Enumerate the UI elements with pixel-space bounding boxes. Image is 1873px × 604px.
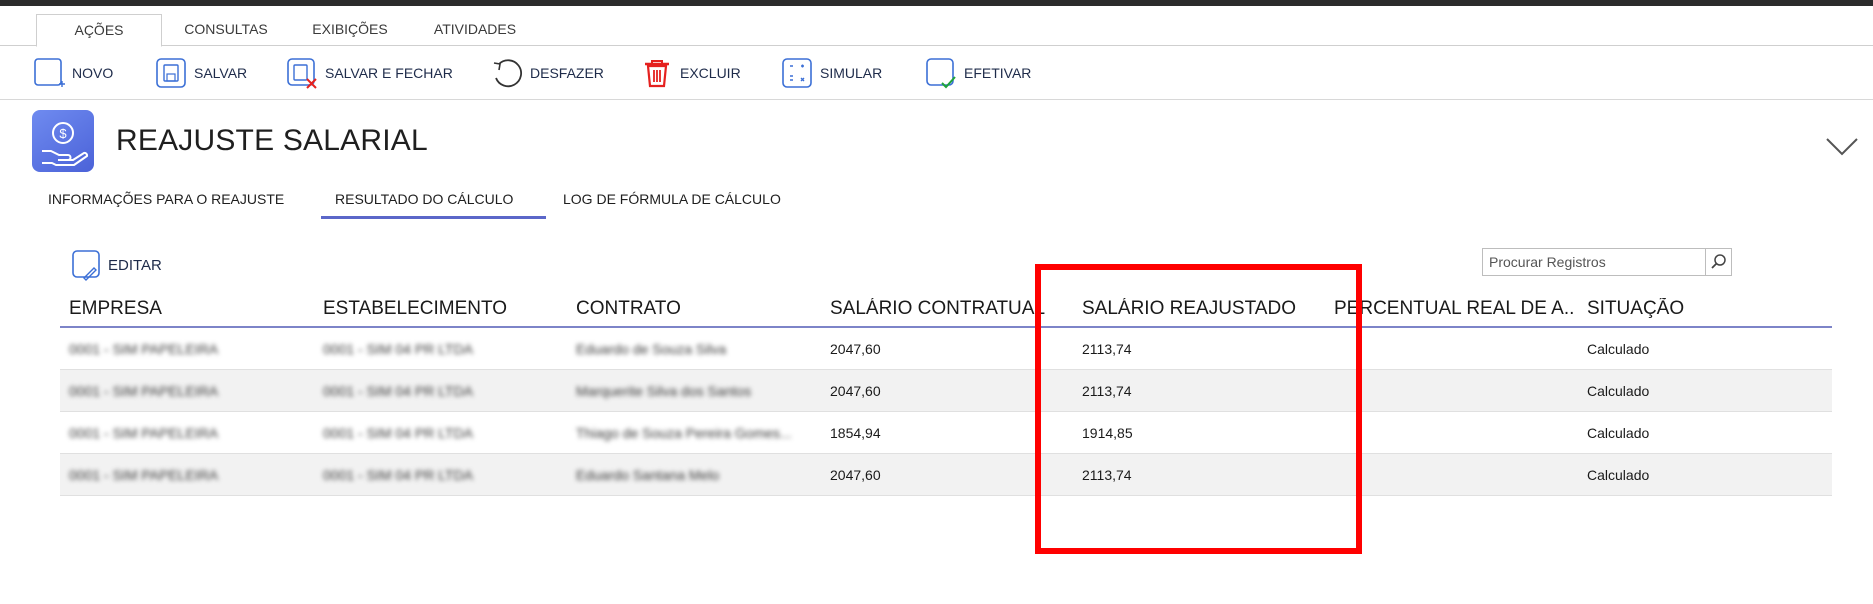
editar-button[interactable]: EDITAR xyxy=(70,248,162,282)
salvar-fechar-button[interactable]: SALVAR E FECHAR xyxy=(285,55,453,91)
tab-atividades[interactable]: ATIVIDADES xyxy=(420,14,530,47)
collapse-chevron-icon[interactable] xyxy=(1822,132,1862,162)
svg-text:$: $ xyxy=(59,126,67,141)
col-header-contrato[interactable]: CONTRATO xyxy=(576,298,816,320)
novo-button[interactable]: NOVO xyxy=(32,55,113,91)
cell-salario-contratual: 2047,60 xyxy=(830,383,881,399)
cell-salario-contratual: 2047,60 xyxy=(830,341,881,357)
search-input[interactable] xyxy=(1483,249,1705,275)
cell-estabelecimento: 0001 - SIM 04 PR LTDA xyxy=(323,425,473,441)
tab-log-formula[interactable]: LOG DE FÓRMULA DE CÁLCULO xyxy=(563,191,781,207)
editar-label: EDITAR xyxy=(108,256,162,274)
tab-acoes[interactable]: AÇÕES xyxy=(36,14,162,47)
cell-situacao: Calculado xyxy=(1587,467,1650,483)
col-header-situacao[interactable]: SITUAÇÃO xyxy=(1587,298,1827,320)
table-row[interactable]: 0001 - SIM PAPELEIRA 0001 - SIM 04 PR LT… xyxy=(60,412,1832,454)
highlight-annotation-box xyxy=(1035,264,1362,554)
efetivar-label: EFETIVAR xyxy=(964,65,1032,81)
check-document-icon xyxy=(926,58,956,89)
cell-contrato: Eduardo Santana Melo xyxy=(576,467,720,483)
cell-empresa: 0001 - SIM PAPELEIRA xyxy=(69,341,219,357)
desfazer-button[interactable]: DESFAZER xyxy=(490,55,604,91)
cell-empresa: 0001 - SIM PAPELEIRA xyxy=(69,467,219,483)
table-row[interactable]: 0001 - SIM PAPELEIRA 0001 - SIM 04 PR LT… xyxy=(60,454,1832,496)
action-toolbar: NOVO SALVAR SALVAR E FECHAR DESFAZER EXC… xyxy=(0,47,1873,100)
col-header-estabelecimento[interactable]: ESTABELECIMENTO xyxy=(323,298,553,320)
edit-icon xyxy=(72,250,100,281)
ribbon-tabs: AÇÕES CONSULTAS EXIBIÇÕES ATIVIDADES xyxy=(0,6,1873,47)
grid-header: EMPRESA ESTABELECIMENTO CONTRATO SALÁRIO… xyxy=(60,290,1832,328)
cell-contrato: Thiago de Souza Pereira Gomes... xyxy=(576,425,792,441)
col-header-percentual[interactable]: PERCENTUAL REAL DE A... xyxy=(1334,298,1574,320)
active-tab-indicator xyxy=(321,216,546,219)
col-header-empresa[interactable]: EMPRESA xyxy=(69,298,299,320)
search-icon[interactable] xyxy=(1705,249,1731,275)
tab-informacoes-reajuste[interactable]: INFORMAÇÕES PARA O REAJUSTE xyxy=(48,191,284,207)
tab-exibicoes[interactable]: EXIBIÇÕES xyxy=(300,14,400,47)
cell-estabelecimento: 0001 - SIM 04 PR LTDA xyxy=(323,341,473,357)
salvar-fechar-label: SALVAR E FECHAR xyxy=(325,65,453,81)
cell-empresa: 0001 - SIM PAPELEIRA xyxy=(69,383,219,399)
desfazer-label: DESFAZER xyxy=(530,65,604,81)
novo-label: NOVO xyxy=(72,65,114,81)
cell-salario-contratual: 1854,94 xyxy=(830,425,881,441)
simular-label: SIMULAR xyxy=(820,65,883,81)
table-row[interactable]: 0001 - SIM PAPELEIRA 0001 - SIM 04 PR LT… xyxy=(60,328,1832,370)
cell-empresa: 0001 - SIM PAPELEIRA xyxy=(69,425,219,441)
cell-estabelecimento: 0001 - SIM 04 PR LTDA xyxy=(323,467,473,483)
results-grid: EMPRESA ESTABELECIMENTO CONTRATO SALÁRIO… xyxy=(60,290,1832,496)
form-tabs: INFORMAÇÕES PARA O REAJUSTE RESULTADO DO… xyxy=(0,185,1873,221)
salvar-label: SALVAR xyxy=(194,65,248,81)
trash-icon xyxy=(645,60,669,88)
cell-salario-contratual: 2047,60 xyxy=(830,467,881,483)
table-row[interactable]: 0001 - SIM PAPELEIRA 0001 - SIM 04 PR LT… xyxy=(60,370,1832,412)
cell-contrato: Eduardo de Souza Silva xyxy=(576,341,727,357)
cell-situacao: Calculado xyxy=(1587,341,1650,357)
col-header-salario-contratual[interactable]: SALÁRIO CONTRATUAL xyxy=(830,298,1070,320)
save-icon xyxy=(156,58,186,88)
cell-contrato: Marquerite Silva dos Santos xyxy=(576,383,752,399)
excluir-label: EXCLUIR xyxy=(680,65,741,81)
excluir-button[interactable]: EXCLUIR xyxy=(640,55,741,91)
cell-situacao: Calculado xyxy=(1587,383,1650,399)
undo-icon xyxy=(493,59,522,88)
simular-button[interactable]: SIMULAR xyxy=(780,55,882,91)
tab-consultas[interactable]: CONSULTAS xyxy=(170,14,282,47)
cell-estabelecimento: 0001 - SIM 04 PR LTDA xyxy=(323,383,473,399)
salary-money-hand-icon: $ xyxy=(32,110,94,172)
search-box xyxy=(1482,248,1732,276)
efetivar-button[interactable]: EFETIVAR xyxy=(924,55,1031,91)
page-title: REAJUSTE SALARIAL xyxy=(116,124,428,157)
cell-situacao: Calculado xyxy=(1587,425,1650,441)
tab-resultado-calculo[interactable]: RESULTADO DO CÁLCULO xyxy=(335,191,513,207)
save-close-icon xyxy=(287,58,317,89)
new-document-icon xyxy=(34,58,65,87)
salvar-button[interactable]: SALVAR xyxy=(154,55,247,91)
calculator-icon xyxy=(782,58,812,88)
